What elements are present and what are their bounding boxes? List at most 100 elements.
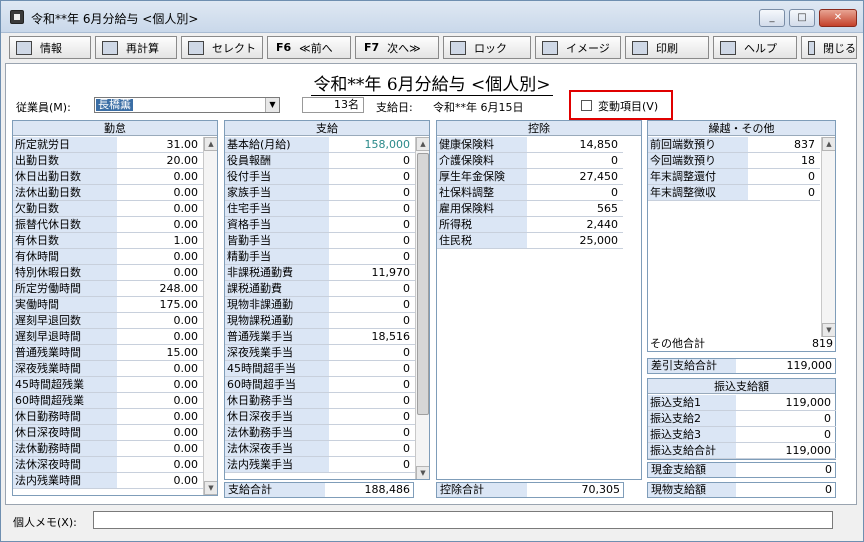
row-value-field[interactable]: 25,000: [527, 233, 621, 248]
row-value-field[interactable]: 20.00: [117, 153, 201, 168]
row-value-field[interactable]: 248.00: [117, 281, 201, 296]
row-value-field[interactable]: 18,516: [329, 329, 413, 344]
close-window-button[interactable]: ✕: [819, 9, 857, 27]
minimize-button[interactable]: _: [759, 9, 785, 27]
row-value-field[interactable]: 119,000: [736, 443, 834, 458]
row-value-field[interactable]: 0: [329, 441, 413, 456]
row-value-field[interactable]: 565: [527, 201, 621, 216]
scroll-up-icon[interactable]: ▲: [204, 137, 217, 151]
row-value-field[interactable]: 0: [736, 427, 834, 442]
row-value-field[interactable]: 0: [329, 297, 413, 312]
row-value-field[interactable]: 11,970: [329, 265, 413, 280]
row-value-field[interactable]: 0: [329, 153, 413, 168]
row-value-field[interactable]: 15.00: [117, 345, 201, 360]
table-row: 法休勤務手当 0: [225, 425, 415, 441]
table-row: 役付手当 0: [225, 169, 415, 185]
row-value-field[interactable]: 0.00: [117, 409, 201, 424]
select-button[interactable]: セレクト: [181, 36, 263, 59]
row-value-field[interactable]: 0: [527, 153, 621, 168]
row-value-field[interactable]: 0: [329, 361, 413, 376]
chevron-down-icon[interactable]: ▼: [265, 98, 279, 112]
row-value-field[interactable]: 0: [329, 457, 413, 472]
variable-items-highlight: 変動項目(V): [569, 90, 673, 120]
row-value-field[interactable]: 837: [748, 137, 818, 152]
row-value-field[interactable]: 31.00: [117, 137, 201, 152]
info-button-label: 情報: [40, 41, 62, 55]
variable-items-checkbox[interactable]: [581, 100, 592, 111]
row-value-field[interactable]: 0: [329, 425, 413, 440]
row-value-field[interactable]: 0.00: [117, 249, 201, 264]
row-value-field[interactable]: 0: [329, 233, 413, 248]
row-label: 深夜残業手当: [225, 345, 329, 360]
row-value-field[interactable]: 119,000: [736, 395, 834, 410]
row-value-field[interactable]: 18: [748, 153, 818, 168]
row-value-field[interactable]: 0: [329, 377, 413, 392]
recalc-button[interactable]: 再計算: [95, 36, 177, 59]
row-value-field[interactable]: 0: [329, 249, 413, 264]
row-label: 有休日数: [13, 233, 117, 248]
row-value-field[interactable]: 14,850: [527, 137, 621, 152]
row-value-field[interactable]: 0.00: [117, 425, 201, 440]
row-value-field[interactable]: 0: [329, 313, 413, 328]
row-value-field[interactable]: 27,450: [527, 169, 621, 184]
row-value-field[interactable]: 0.00: [117, 169, 201, 184]
row-value-field[interactable]: 0.00: [117, 329, 201, 344]
print-button[interactable]: 印刷: [625, 36, 709, 59]
row-value-field[interactable]: 0: [329, 393, 413, 408]
row-value-field[interactable]: 0.00: [117, 377, 201, 392]
prev-button[interactable]: F6 ≪前へ: [267, 36, 351, 59]
row-value-field[interactable]: 0: [527, 185, 621, 200]
next-button[interactable]: F7 次へ≫: [355, 36, 439, 59]
row-value-field[interactable]: 0: [329, 217, 413, 232]
variable-items-label[interactable]: 変動項目(V): [598, 98, 658, 114]
row-value-field[interactable]: 0: [736, 411, 834, 426]
scroll-down-icon[interactable]: ▼: [822, 323, 835, 337]
scroll-up-icon[interactable]: ▲: [822, 137, 835, 151]
row-value-field[interactable]: 0.00: [117, 185, 201, 200]
row-value-field[interactable]: 0: [329, 201, 413, 216]
row-value-field[interactable]: 0: [329, 281, 413, 296]
lock-button[interactable]: ロック: [443, 36, 531, 59]
row-value-field[interactable]: 0: [329, 185, 413, 200]
row-value-field[interactable]: 1.00: [117, 233, 201, 248]
row-value-field[interactable]: 0.00: [117, 361, 201, 376]
carryover-scrollbar[interactable]: ▲ ▼: [821, 137, 835, 337]
key-icon: [450, 40, 466, 55]
scroll-down-icon[interactable]: ▼: [204, 481, 217, 495]
help-button[interactable]: ヘルプ: [713, 36, 797, 59]
row-value-field[interactable]: 175.00: [117, 297, 201, 312]
row-value-field[interactable]: 0.00: [117, 201, 201, 216]
lock-button-label: ロック: [474, 41, 507, 55]
row-value-field[interactable]: 0.00: [117, 265, 201, 280]
row-value-field[interactable]: 0.00: [117, 217, 201, 232]
row-value-field[interactable]: 158,000: [329, 137, 413, 152]
memo-input[interactable]: [93, 511, 833, 529]
row-value-field[interactable]: 0.00: [117, 457, 201, 472]
maximize-button[interactable]: □: [789, 9, 815, 27]
close-button[interactable]: 閉じる: [801, 36, 857, 59]
table-row: 振込支給2 0: [648, 411, 836, 427]
row-value-field[interactable]: 0: [329, 409, 413, 424]
attendance-scrollbar[interactable]: ▲ ▼: [203, 137, 217, 495]
row-value-field[interactable]: 0: [329, 345, 413, 360]
carryover-section: 繰越・その他 前回端数預り 837 今回端数預り 18 年末調整還付 0 年末調整徴収 0 ▲…: [647, 120, 836, 352]
row-value-field[interactable]: 0.00: [117, 473, 201, 488]
info-button[interactable]: 情報: [9, 36, 91, 59]
employee-select[interactable]: 長橋薫 ▼: [94, 97, 280, 113]
row-value-field[interactable]: 2,440: [527, 217, 621, 232]
monitor-icon: [542, 40, 558, 55]
payment-scrollbar[interactable]: ▲ ▼: [415, 137, 429, 479]
table-row: 資格手当 0: [225, 217, 415, 233]
scroll-up-icon[interactable]: ▲: [416, 137, 429, 151]
row-label: 所定労働時間: [13, 281, 117, 296]
other-total-label: その他合計: [648, 336, 728, 351]
image-button[interactable]: イメージ: [535, 36, 621, 59]
row-value-field[interactable]: 0.00: [117, 313, 201, 328]
row-value-field[interactable]: 0: [748, 185, 818, 200]
scroll-thumb[interactable]: [417, 153, 429, 415]
row-value-field[interactable]: 0: [329, 169, 413, 184]
row-value-field[interactable]: 0: [748, 169, 818, 184]
scroll-down-icon[interactable]: ▼: [416, 466, 429, 479]
row-value-field[interactable]: 0.00: [117, 393, 201, 408]
row-value-field[interactable]: 0.00: [117, 441, 201, 456]
